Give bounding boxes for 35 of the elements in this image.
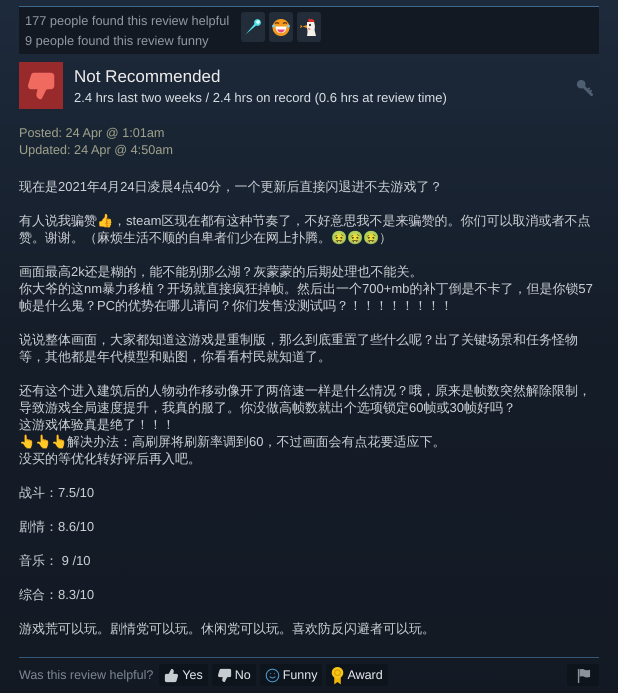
- helpful-count: 177 people found this review helpful: [25, 12, 230, 29]
- report-button[interactable]: [567, 664, 599, 686]
- review-paragraph: 有人说我骗赞👍，steam区现在都有这种节奏了，不好意思我不是来骗赞的。你们可以取消或者不点赞。谢谢。（麻烦生活不顺的自卑者们少在网上扑腾。🤢🤢🤢）: [19, 212, 592, 246]
- review-paragraph: 你大爷的这nm暴力移植？开场就直接疯狂掉帧。然后出一个700+mb的补丁倒是不卡了，但是你锁57帧是什么鬼？PC的优势在哪儿请问？你们发售没测试吗？！！！！！！！！: [19, 280, 594, 314]
- review-paragraph: 战斗：7.5/10: [19, 484, 96, 501]
- verdict-title: Not Recommended: [74, 66, 222, 86]
- medal-icon: [331, 666, 344, 684]
- review-paragraph: 还有这个进入建筑后的人物动作移动像开了两倍速一样是什么情况？哦，原来是帧数突然解除限制，导致游戏全局速度提升，我真的服了。你没做高帧数就出个选项锁定60帧或30帧好吗？: [19, 382, 592, 416]
- no-button[interactable]: No: [212, 664, 256, 686]
- review-paragraph: 剧情：8.6/10: [19, 518, 96, 535]
- thumbs-down-icon: [216, 668, 232, 682]
- funny-count: 9 people found this review funny: [25, 32, 210, 49]
- yes-button[interactable]: Yes: [159, 664, 208, 686]
- rooster-icon: [297, 12, 322, 42]
- review-paragraph: 这游戏体验真是绝了！！！: [19, 416, 176, 433]
- review-paragraph: 👆👆👆解决办法：高刷屏将刷新率调到60，不过画面会有点花要适应下。: [19, 433, 446, 450]
- thumbs-up-icon: [164, 668, 180, 682]
- key-icon: [576, 79, 593, 96]
- review-paragraph: 说说整体画面，大家都知道这游戏是重制版，那么到底重置了些什么呢？出了关键场景和任务怪物等，其他都是年代模型和贴图，你看看村民就知道了。: [19, 331, 579, 365]
- updated-date: Updated: 24 Apr @ 4:50am: [19, 142, 174, 159]
- flag-icon: [576, 668, 590, 682]
- playtime-text: 2.4 hrs last two weeks / 2.4 hrs on record (0.6 hrs at review time): [74, 90, 447, 104]
- comet-icon: [241, 12, 266, 42]
- review-paragraph: 音乐： 9 /10: [19, 552, 92, 569]
- funny-button[interactable]: Funny: [260, 664, 322, 686]
- award-button[interactable]: Award: [326, 664, 388, 686]
- laughing-face-icon: [269, 12, 294, 42]
- review-paragraph: 游戏荒可以玩。剧情党可以玩。休闲党可以玩。喜欢防反闪避者可以玩。: [19, 620, 436, 637]
- review-paragraph: 综合：8.3/10: [19, 586, 96, 603]
- helpful-prompt: Was this review helpful?: [19, 666, 154, 684]
- review-paragraph: 画面最高2k还是糊的，能不能别那么湖？灰蒙蒙的后期处理也不能关。: [19, 263, 424, 280]
- review-paragraph: 没买的等优化转好评后再入吧。: [19, 450, 202, 467]
- posted-date: Posted: 24 Apr @ 1:01am: [19, 125, 166, 142]
- smiley-icon: [264, 668, 280, 682]
- review-paragraph: 现在是2021年4月24日凌晨4点40分，一个更新后直接闪退进不去游戏了？: [19, 178, 444, 195]
